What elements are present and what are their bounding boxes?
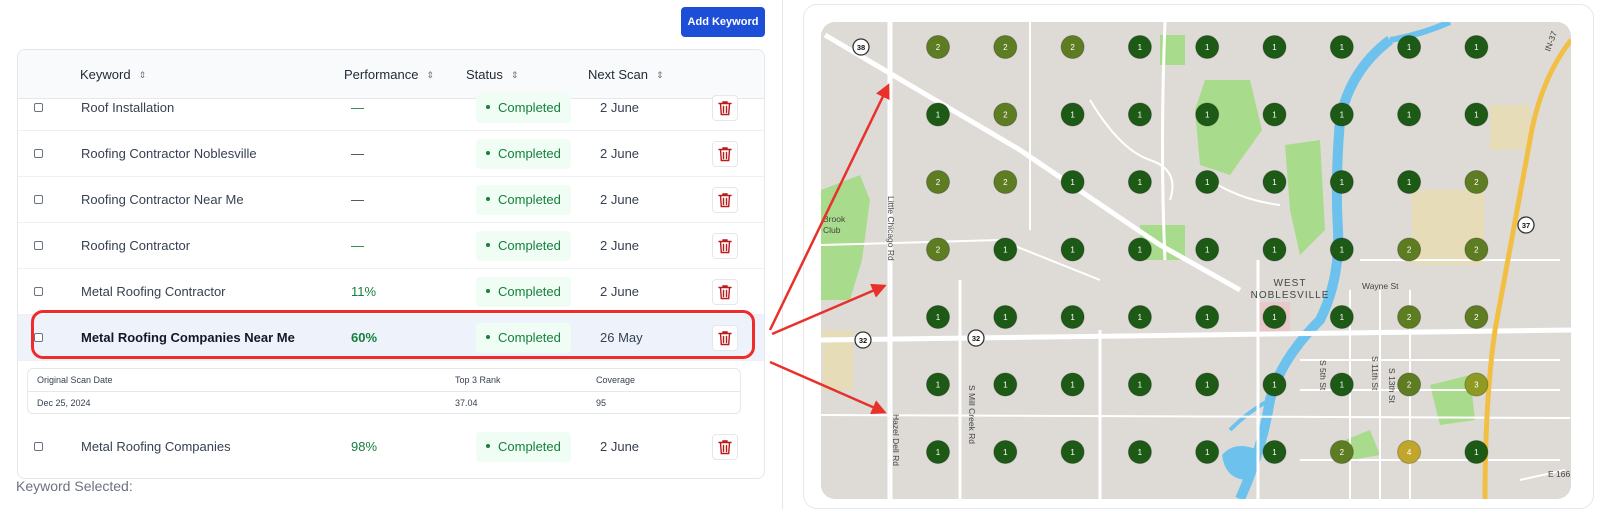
rank-pin-label: 1 xyxy=(1340,246,1345,255)
rank-pin-label: 1 xyxy=(1272,313,1277,322)
rank-pin-label: 1 xyxy=(1205,246,1210,255)
rank-pin-label: 1 xyxy=(1474,111,1479,120)
rank-pin-label: 1 xyxy=(1138,111,1143,120)
rank-pin-label: 1 xyxy=(936,313,941,322)
s-mill-creek-rd-label: S Mill Creek Rd xyxy=(967,385,977,444)
rank-pin-label: 1 xyxy=(1205,448,1210,457)
rank-pin-label: 1 xyxy=(1003,313,1008,322)
rank-pin-label: 1 xyxy=(1205,178,1210,187)
noblesville-label: NOBLESVILLE xyxy=(1251,290,1330,301)
rank-pin-label: 1 xyxy=(1003,448,1008,457)
rank-pin-label: 3 xyxy=(1474,381,1479,390)
rank-pin-label: 1 xyxy=(1205,43,1210,52)
little-chicago-rd-label: Little Chicago Rd xyxy=(886,196,896,261)
rank-pin-label: 2 xyxy=(1407,381,1412,390)
rank-pin-label: 1 xyxy=(1003,246,1008,255)
rank-pin-label: 1 xyxy=(1272,111,1277,120)
rank-pin-label: 1 xyxy=(1205,313,1210,322)
geo-grid-map[interactable]: WEST NOBLESVILLE Wayne St Little Chicago… xyxy=(0,0,1600,509)
rank-pin-label: 1 xyxy=(936,448,941,457)
rank-pin-label: 1 xyxy=(1340,381,1345,390)
rank-pin-label: 1 xyxy=(1138,43,1143,52)
rank-pin-label: 1 xyxy=(1070,381,1075,390)
rank-pin-label: 1 xyxy=(1070,313,1075,322)
rank-pin-label: 2 xyxy=(1003,111,1008,120)
rank-pin-label: 1 xyxy=(1407,43,1412,52)
e-166-label: E 166 xyxy=(1548,469,1570,479)
rank-pin-label: 2 xyxy=(1474,178,1479,187)
route-38-label: 38 xyxy=(857,43,865,52)
rank-pin-label: 2 xyxy=(1407,313,1412,322)
rank-pin-label: 1 xyxy=(1003,381,1008,390)
rank-pin-label: 1 xyxy=(1138,313,1143,322)
rank-pin-label: 1 xyxy=(1205,381,1210,390)
rank-pin-label: 1 xyxy=(1070,246,1075,255)
wayne-st-label: Wayne St xyxy=(1362,281,1399,291)
rank-pin-label: 2 xyxy=(1340,448,1345,457)
rank-pin-label: 1 xyxy=(1070,111,1075,120)
rank-pin-label: 1 xyxy=(1474,43,1479,52)
rank-pin-label: 1 xyxy=(1340,111,1345,120)
rank-pin-label: 1 xyxy=(1272,246,1277,255)
rank-pin-label: 1 xyxy=(1205,111,1210,120)
route-37-label: 37 xyxy=(1522,221,1530,230)
rank-pin-label: 2 xyxy=(936,246,941,255)
rank-pin-label: 1 xyxy=(1070,178,1075,187)
rank-pin-label: 1 xyxy=(936,111,941,120)
s-13th-st-label: S 13th St xyxy=(1387,368,1397,404)
club-label: Club xyxy=(823,225,841,235)
rank-pin-label: 1 xyxy=(1272,448,1277,457)
rank-pin-label: 2 xyxy=(1407,246,1412,255)
map-canvas[interactable]: WEST NOBLESVILLE Wayne St Little Chicago… xyxy=(821,22,1571,499)
rank-pin-label: 1 xyxy=(1407,178,1412,187)
s-11th-st-label: S 11th St xyxy=(1370,356,1380,391)
rank-pin-label: 1 xyxy=(1272,178,1277,187)
rank-pin-label: 2 xyxy=(1070,43,1075,52)
rank-pin-label: 1 xyxy=(1272,43,1277,52)
s-5th-st-label: S 5th St xyxy=(1318,360,1328,391)
rank-pin-label: 1 xyxy=(1340,43,1345,52)
rank-pin-label: 1 xyxy=(1474,448,1479,457)
rank-pin-label: 2 xyxy=(936,178,941,187)
rank-pin-label: 1 xyxy=(936,381,941,390)
rank-pin-label: 1 xyxy=(1138,448,1143,457)
west-label: WEST xyxy=(1274,278,1307,289)
rank-pin-label: 1 xyxy=(1070,448,1075,457)
rank-pin-label: 1 xyxy=(1138,178,1143,187)
route-32-label-east: 32 xyxy=(972,334,980,343)
rank-pin-label: 2 xyxy=(1474,246,1479,255)
hazel-dell-rd-label: Hazel Dell Rd xyxy=(891,414,901,466)
rank-pin-label: 1 xyxy=(1407,111,1412,120)
rank-pin-label: 2 xyxy=(1474,313,1479,322)
route-32-label-west: 32 xyxy=(859,336,867,345)
rank-pin-label: 1 xyxy=(1138,246,1143,255)
rank-pin-label: 2 xyxy=(936,43,941,52)
rank-pin-label: 2 xyxy=(1003,43,1008,52)
rank-pin-label: 1 xyxy=(1340,178,1345,187)
rank-pin-label: 1 xyxy=(1138,381,1143,390)
rank-pin-label: 4 xyxy=(1407,448,1412,457)
rank-pin-label: 1 xyxy=(1340,313,1345,322)
rank-pin-label: 1 xyxy=(1272,381,1277,390)
rank-pin-label: 2 xyxy=(1003,178,1008,187)
